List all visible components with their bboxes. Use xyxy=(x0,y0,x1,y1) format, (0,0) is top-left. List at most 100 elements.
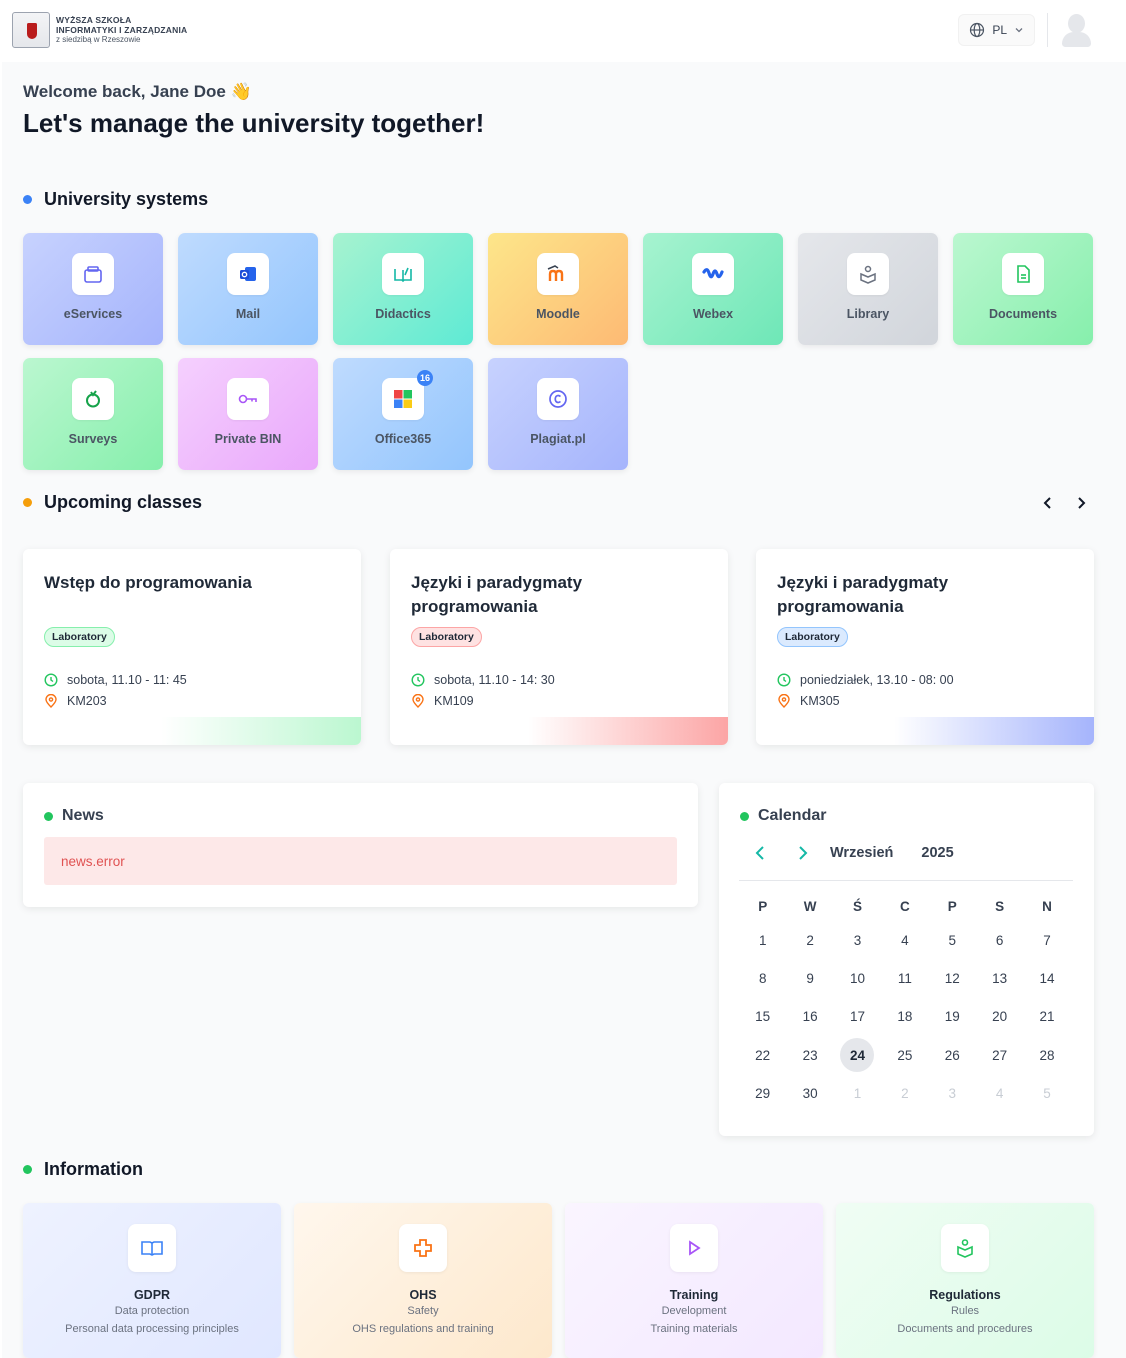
news-title: News xyxy=(44,807,104,825)
calendar-day[interactable]: 7 xyxy=(1023,921,1070,959)
calendar-day[interactable]: 27 xyxy=(976,1036,1023,1074)
calendar-day[interactable]: 26 xyxy=(929,1036,976,1074)
tile-documents[interactable]: Documents xyxy=(953,233,1093,345)
calendar-next-month-button[interactable] xyxy=(796,843,810,863)
calendar-day-name: Ś xyxy=(852,898,862,914)
tile-plagiat[interactable]: Plagiat.pl xyxy=(488,358,628,470)
tile-moodle[interactable]: Moodle xyxy=(488,233,628,345)
document-icon xyxy=(1002,253,1044,295)
tile-office365[interactable]: 16 Office365 xyxy=(333,358,473,470)
calendar-day[interactable]: 21 xyxy=(1023,998,1070,1036)
clock-icon xyxy=(411,673,425,687)
calendar-title: Calendar xyxy=(740,807,826,825)
calendar-day[interactable]: 4 xyxy=(976,1075,1023,1113)
info-card-regulations[interactable]: Regulations Rules Documents and procedur… xyxy=(836,1203,1094,1358)
calendar-panel: Calendar Wrzesień 2025 PWŚCPSN1234567891… xyxy=(719,783,1094,1136)
calendar-day[interactable]: 25 xyxy=(881,1036,928,1074)
calendar-day[interactable]: 17 xyxy=(834,998,881,1036)
news-error-message: news.error xyxy=(44,837,677,885)
calendar-day[interactable]: 20 xyxy=(976,998,1023,1036)
calendar-day[interactable]: 22 xyxy=(739,1036,786,1074)
class-card[interactable]: Języki i paradygmaty programowania Labor… xyxy=(756,549,1094,745)
university-logo[interactable]: WYŻSZA SZKOŁA INFORMATYKI I ZARZĄDZANIA … xyxy=(12,12,187,48)
calendar-day[interactable]: 3 xyxy=(834,921,881,959)
calendar-day[interactable]: 19 xyxy=(929,998,976,1036)
calendar-day[interactable]: 15 xyxy=(739,998,786,1036)
section-dot xyxy=(44,811,53,821)
calendar-grid: P W Ś C P S N 1 2 3 4 5 6 7 8 9 10 11 12 13 14 15 16 17 18 19 20 21… xyxy=(739,891,1073,1113)
notification-badge: 16 xyxy=(417,370,433,386)
tile-library[interactable]: Library xyxy=(798,233,938,345)
copyright-icon xyxy=(537,378,579,420)
class-title: Wstęp do programowania xyxy=(44,573,252,592)
next-arrow-button[interactable] xyxy=(1073,492,1089,514)
user-avatar[interactable] xyxy=(1060,12,1092,48)
calendar-day[interactable]: 12 xyxy=(929,959,976,997)
class-room: KM305 xyxy=(800,694,840,708)
tile-eservices[interactable]: eServices xyxy=(23,233,163,345)
calendar-day[interactable]: 14 xyxy=(1023,959,1070,997)
calendar-day[interactable]: 6 xyxy=(976,921,1023,959)
calendar-day[interactable]: 30 xyxy=(786,1075,833,1113)
outlook-icon xyxy=(227,253,269,295)
calendar-day[interactable]: 5 xyxy=(1023,1075,1070,1113)
calendar-day[interactable]: 9 xyxy=(786,959,833,997)
calendar-day[interactable]: 8 xyxy=(739,959,786,997)
class-card[interactable]: Wstęp do programowania Laboratory sobota… xyxy=(23,549,361,745)
language-label: PL xyxy=(992,23,1007,37)
location-pin-icon xyxy=(778,694,790,708)
calendar-day[interactable]: 23 xyxy=(786,1036,833,1074)
calendar-day[interactable]: 10 xyxy=(834,959,881,997)
previous-arrow-button[interactable] xyxy=(1040,492,1056,514)
calendar-day[interactable]: 4 xyxy=(881,921,928,959)
chevron-down-icon xyxy=(1015,28,1023,33)
tile-didactics[interactable]: Didactics xyxy=(333,233,473,345)
class-title: Języki i paradygmaty programowania xyxy=(777,573,949,616)
calendar-day[interactable]: 5 xyxy=(929,921,976,959)
tile-webex[interactable]: Webex xyxy=(643,233,783,345)
location-pin-icon xyxy=(45,694,57,708)
calendar-day[interactable]: 29 xyxy=(739,1075,786,1113)
calendar-day[interactable]: 11 xyxy=(881,959,928,997)
info-card-gdpr[interactable]: GDPR Data protection Personal data proce… xyxy=(23,1203,281,1358)
tile-private-bin[interactable]: Private BIN xyxy=(178,358,318,470)
tile-mail[interactable]: Mail xyxy=(178,233,318,345)
logo-line-1: WYŻSZA SZKOŁA xyxy=(56,15,132,25)
calendar-day-today[interactable]: 24 xyxy=(834,1036,881,1074)
key-icon xyxy=(227,378,269,420)
calendar-day-name: P xyxy=(758,898,768,914)
card-accent xyxy=(161,717,361,745)
globe-icon xyxy=(970,22,985,38)
tile-surveys[interactable]: Surveys xyxy=(23,358,163,470)
calendar-day[interactable]: 28 xyxy=(1023,1036,1070,1074)
briefcase-icon xyxy=(72,253,114,295)
class-type-badge: Laboratory xyxy=(411,627,482,647)
calendar-day[interactable]: 1 xyxy=(739,921,786,959)
calendar-day[interactable]: 1 xyxy=(834,1075,881,1113)
chevron-left-icon xyxy=(1043,497,1051,509)
book-open-icon xyxy=(382,253,424,295)
class-card[interactable]: Języki i paradygmaty programowania Labor… xyxy=(390,549,728,745)
class-room: KM109 xyxy=(434,694,474,708)
chevron-right-icon xyxy=(1078,497,1086,509)
calendar-day[interactable]: 16 xyxy=(786,998,833,1036)
crest-icon xyxy=(12,12,50,48)
calendar-day[interactable]: 13 xyxy=(976,959,1023,997)
info-card-ohs[interactable]: OHS Safety OHS regulations and training xyxy=(294,1203,552,1358)
class-room: KM203 xyxy=(67,694,107,708)
welcome-text: Welcome back, Jane Doe 👋 xyxy=(23,82,252,101)
calendar-day[interactable]: 3 xyxy=(929,1075,976,1113)
clock-icon xyxy=(44,673,58,687)
card-accent xyxy=(894,717,1094,745)
language-selector[interactable]: PL xyxy=(958,14,1035,46)
info-card-training[interactable]: Training Development Training materials xyxy=(565,1203,823,1358)
calendar-day[interactable]: 2 xyxy=(786,921,833,959)
calendar-day[interactable]: 18 xyxy=(881,998,928,1036)
calendar-month[interactable]: Wrzesień xyxy=(830,845,893,861)
calendar-day-name: S xyxy=(995,898,1005,914)
location-pin-icon xyxy=(412,694,424,708)
class-type-badge: Laboratory xyxy=(777,627,848,647)
calendar-day[interactable]: 2 xyxy=(881,1075,928,1113)
calendar-prev-month-button[interactable] xyxy=(753,843,767,863)
calendar-year[interactable]: 2025 xyxy=(921,845,953,861)
